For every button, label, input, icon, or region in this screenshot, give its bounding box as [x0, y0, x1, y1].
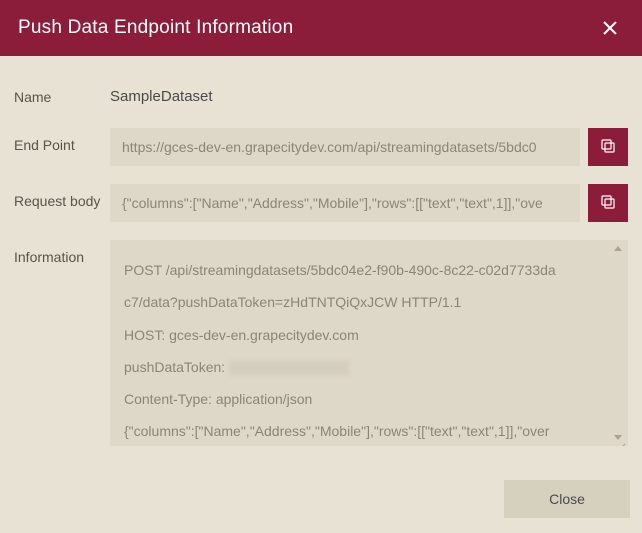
- titlebar: Push Data Endpoint Information: [0, 0, 642, 56]
- resize-grip-icon[interactable]: [614, 432, 626, 444]
- row-request-body: Request body: [14, 184, 628, 222]
- endpoint-field[interactable]: [110, 128, 580, 166]
- info-line: POST /api/streamingdatasets/5bdc04e2-f90…: [124, 254, 610, 286]
- info-line: Content-Type: application/json: [124, 383, 610, 415]
- label-endpoint: End Point: [14, 128, 110, 154]
- value-name: SampleDataset: [110, 80, 213, 105]
- copy-icon: [599, 193, 617, 214]
- information-box[interactable]: POST /api/streamingdatasets/5bdc04e2-f90…: [110, 240, 628, 446]
- info-line: {"columns":["Name","Address","Mobile"],"…: [124, 415, 610, 446]
- row-endpoint: End Point: [14, 128, 628, 166]
- label-request-body: Request body: [14, 184, 110, 210]
- copy-icon: [599, 137, 617, 158]
- redacted-token: [229, 361, 349, 375]
- close-icon[interactable]: [596, 14, 624, 42]
- row-information: Information POST /api/streamingdatasets/…: [14, 240, 628, 446]
- dialog-footer: Close: [0, 471, 642, 533]
- label-name: Name: [14, 80, 110, 106]
- push-data-endpoint-dialog: Push Data Endpoint Information Name Samp…: [0, 0, 642, 533]
- dialog-body: Name SampleDataset End Point Request bod…: [0, 56, 642, 471]
- copy-endpoint-button[interactable]: [588, 128, 628, 166]
- request-body-field[interactable]: [110, 184, 580, 222]
- copy-request-body-button[interactable]: [588, 184, 628, 222]
- dialog-title: Push Data Endpoint Information: [18, 17, 293, 39]
- scrollbar[interactable]: [610, 242, 626, 444]
- info-line: c7/data?pushDataToken=zHdTNTQiQxJCW HTTP…: [124, 286, 610, 318]
- chevron-up-icon: [614, 246, 622, 251]
- row-name: Name SampleDataset: [14, 80, 628, 106]
- info-line: pushDataToken:: [124, 351, 610, 383]
- label-information: Information: [14, 240, 110, 266]
- info-line: HOST: gces-dev-en.grapecitydev.com: [124, 319, 610, 351]
- close-button[interactable]: Close: [504, 480, 630, 518]
